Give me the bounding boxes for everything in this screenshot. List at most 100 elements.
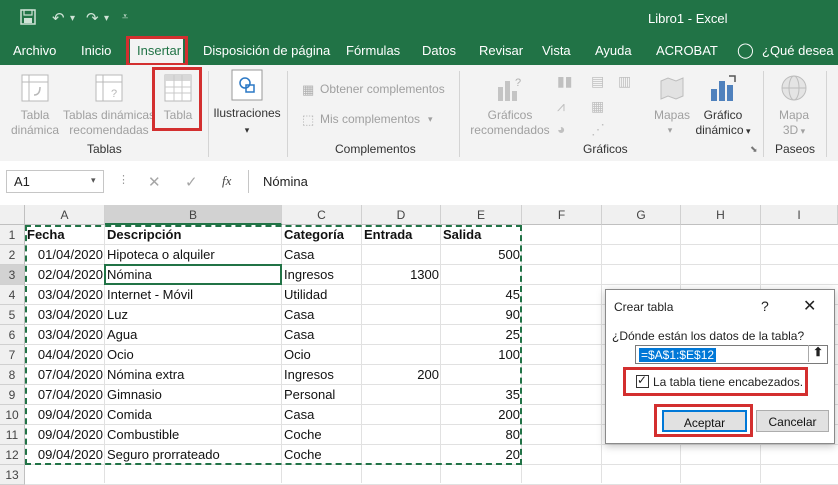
cancel-button[interactable]: Cancelar bbox=[756, 410, 829, 432]
svg-text:?: ? bbox=[111, 88, 117, 100]
tab-revisar[interactable]: Revisar bbox=[479, 43, 523, 58]
cancel-icon[interactable]: ✕ bbox=[148, 173, 161, 191]
group-divider bbox=[826, 71, 827, 157]
recommended-charts-button[interactable]: Gráficos recomendados bbox=[470, 108, 550, 138]
column-header-e[interactable]: E bbox=[441, 205, 522, 225]
svg-text:?: ? bbox=[515, 77, 521, 89]
pivot-chart-button[interactable]: Gráfico dinámico ▾ bbox=[692, 108, 754, 139]
redo-icon[interactable]: ↷ bbox=[86, 9, 99, 27]
pivot-chart-dropdown-icon[interactable]: ▾ bbox=[744, 126, 751, 136]
map3d-button[interactable]: Mapa 3D ▾ bbox=[770, 108, 818, 139]
recommended-pivot-button[interactable]: Tablas dinámicas recomendadas bbox=[62, 108, 156, 138]
formula-input-value: Nómina bbox=[263, 174, 308, 189]
tab-ayuda[interactable]: Ayuda bbox=[595, 43, 632, 58]
tell-me-input[interactable]: ¿Qué desea ha bbox=[762, 43, 838, 58]
column-header-a[interactable]: A bbox=[25, 205, 105, 225]
row-header[interactable]: 5 bbox=[0, 305, 25, 325]
map3d-label-1: Mapa bbox=[778, 108, 810, 122]
collapse-range-icon[interactable]: ⬆ bbox=[808, 345, 827, 362]
waterfall-chart-icon[interactable]: ▦ bbox=[591, 98, 604, 115]
group-graficos-label: Gráficos bbox=[583, 142, 628, 156]
get-addins-button[interactable]: Obtener complementos bbox=[320, 82, 445, 97]
tab-acrobat[interactable]: ACROBAT bbox=[656, 43, 718, 58]
map3d-icon bbox=[781, 75, 807, 101]
pivot-table-label-1: Tabla bbox=[20, 108, 50, 122]
name-box-dropdown-icon[interactable]: ▾ bbox=[91, 175, 96, 186]
pivot-chart-icon bbox=[711, 75, 736, 101]
row-header[interactable]: 12 bbox=[0, 445, 25, 465]
tab-vista[interactable]: Vista bbox=[542, 43, 571, 58]
close-icon[interactable]: ✕ bbox=[803, 296, 816, 316]
statistic-chart-icon[interactable]: ▥ bbox=[618, 73, 631, 90]
row-header[interactable]: 7 bbox=[0, 345, 25, 365]
row-header[interactable]: 2 bbox=[0, 245, 25, 265]
window-title: Libro1 - Excel bbox=[648, 11, 728, 26]
column-header-b[interactable]: B bbox=[105, 205, 282, 225]
column-header-c[interactable]: C bbox=[282, 205, 362, 225]
recommended-charts-label-2: recomendados bbox=[470, 123, 550, 137]
range-input[interactable]: =$A$1:$E$12 ⬆ bbox=[635, 345, 828, 364]
undo-dropdown-icon[interactable]: ▾ bbox=[70, 13, 75, 24]
function-icon[interactable]: fx bbox=[222, 173, 231, 189]
pie-chart-icon[interactable]: ◕ bbox=[557, 121, 565, 137]
maps-icon bbox=[660, 77, 684, 100]
maps-button[interactable]: Mapas bbox=[648, 108, 696, 123]
maps-dropdown-icon[interactable]: ▾ bbox=[665, 123, 675, 138]
create-table-dialog: Crear tabla ? ✕ ¿Dónde están los datos d… bbox=[605, 289, 835, 444]
row-header[interactable]: 9 bbox=[0, 385, 25, 405]
row-header[interactable]: 13 bbox=[0, 465, 25, 485]
row-header[interactable]: 11 bbox=[0, 425, 25, 445]
undo-icon[interactable]: ↶ bbox=[52, 9, 65, 27]
accept-button[interactable]: Aceptar bbox=[662, 410, 747, 432]
recommended-pivot-label-1: Tablas dinámicas bbox=[62, 108, 156, 122]
column-header-i[interactable]: I bbox=[761, 205, 838, 225]
illustrations-icon bbox=[231, 69, 263, 101]
ribbon-tabs: Archivo Inicio Insertar Disposición de p… bbox=[0, 36, 838, 66]
row-header[interactable]: 4 bbox=[0, 285, 25, 305]
column-header-d[interactable]: D bbox=[362, 205, 441, 225]
row-header[interactable]: 1 bbox=[0, 225, 25, 245]
drag-handle-icon[interactable]: ⋮ bbox=[118, 173, 129, 186]
column-header-h[interactable]: H bbox=[681, 205, 761, 225]
group-divider bbox=[763, 71, 764, 157]
row-header[interactable]: 10 bbox=[0, 405, 25, 425]
select-all-corner[interactable] bbox=[0, 205, 25, 225]
tab-formulas[interactable]: Fórmulas bbox=[346, 43, 400, 58]
tab-disposicion[interactable]: Disposición de página bbox=[203, 43, 330, 58]
headers-checkbox[interactable]: ✓ bbox=[636, 373, 649, 388]
recommended-pivot-icon: ? bbox=[95, 74, 123, 102]
highlight-box-tabla bbox=[152, 67, 202, 131]
scatter-chart-icon[interactable]: ⋰ bbox=[591, 121, 605, 138]
map3d-dropdown-icon[interactable]: ▾ bbox=[798, 126, 806, 136]
lightbulb-icon[interactable]: ◯ bbox=[737, 41, 754, 59]
ribbon: Tabla dinámica ? Tablas dinámicas recome… bbox=[0, 65, 838, 162]
line-chart-icon[interactable]: ⩘ bbox=[557, 98, 565, 115]
formula-input[interactable]: Nómina bbox=[248, 170, 838, 193]
tab-inicio[interactable]: Inicio bbox=[81, 43, 111, 58]
tab-datos[interactable]: Datos bbox=[422, 43, 456, 58]
illustrations-dropdown-icon[interactable]: ▾ bbox=[242, 123, 252, 138]
illustrations-button[interactable]: Ilustraciones bbox=[212, 106, 282, 121]
name-box[interactable]: A1 ▾ bbox=[6, 170, 104, 193]
help-button[interactable]: ? bbox=[761, 298, 769, 314]
column-chart-icon[interactable]: ▮▮ bbox=[557, 73, 572, 90]
my-addins-dropdown-icon[interactable]: ▾ bbox=[428, 112, 433, 127]
column-header-g[interactable]: G bbox=[602, 205, 681, 225]
hierarchy-chart-icon[interactable]: ▤ bbox=[591, 73, 604, 90]
tab-archivo[interactable]: Archivo bbox=[13, 43, 56, 58]
row-header[interactable]: 6 bbox=[0, 325, 25, 345]
row-header[interactable]: 8 bbox=[0, 365, 25, 385]
enter-icon[interactable]: ✓ bbox=[185, 173, 198, 191]
pivot-table-button[interactable]: Tabla dinámica bbox=[6, 108, 64, 138]
column-header-f[interactable]: F bbox=[522, 205, 602, 225]
my-addins-button[interactable]: Mis complementos bbox=[320, 112, 420, 127]
save-icon[interactable] bbox=[20, 9, 36, 29]
group-divider bbox=[459, 71, 460, 157]
store-icon: ▦ bbox=[302, 82, 315, 97]
pivot-table-label-2: dinámica bbox=[10, 123, 60, 137]
formula-bar: A1 ▾ ⋮ ✕ ✓ fx Nómina bbox=[0, 161, 838, 204]
customize-qat-icon[interactable]: ⩡ bbox=[122, 11, 128, 24]
dialog-launcher-icon[interactable]: ⬊ bbox=[750, 144, 758, 155]
redo-dropdown-icon[interactable]: ▾ bbox=[104, 13, 109, 24]
row-header[interactable]: 3 bbox=[0, 265, 25, 285]
